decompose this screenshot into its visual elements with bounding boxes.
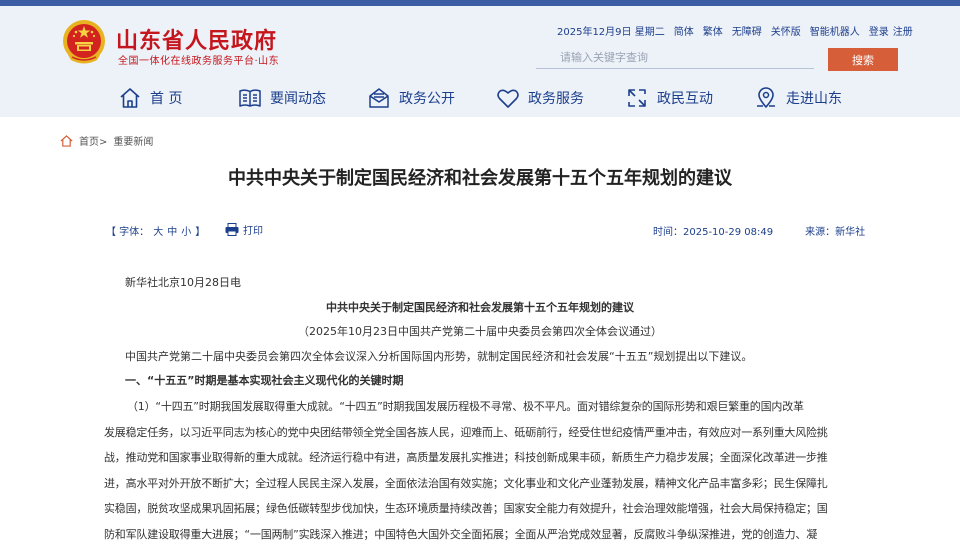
nav-label: 政务公开: [399, 91, 455, 107]
home-icon: [120, 88, 140, 108]
nav-item-home[interactable]: 首 页: [118, 84, 182, 112]
source-value: 新华社: [835, 227, 866, 238]
document-subtitle: （2025年10月23日中国共产党第二十届中央委员会第四次全体会议通过）: [298, 325, 662, 338]
section-heading: 一、“十五五”时期是基本实现社会主义现代化的关键时期: [125, 374, 404, 387]
print-button[interactable]: 打印: [225, 222, 263, 237]
font-size-controls: 【 字体： 大 中 小 】: [106, 223, 205, 238]
map-pin-icon: [757, 87, 775, 108]
article-title: 中共中央关于制定国民经济和社会发展第十五个五年规划的建议: [228, 168, 732, 189]
time-value: 2025-10-29 08:49: [683, 227, 774, 238]
site-title[interactable]: 山东省人民政府: [116, 23, 277, 55]
site-header: 山东省人民政府 全国一体化在线政务服务平台·山东 2025年12月9日 星期二 …: [0, 6, 960, 117]
search-button[interactable]: 搜索: [828, 48, 898, 71]
breadcrumb: 首页> 重要新闻: [60, 133, 153, 148]
print-label: 打印: [243, 226, 263, 237]
nav-label: 政务服务: [528, 91, 584, 107]
nav-item-shandong[interactable]: 走进山东: [754, 84, 842, 112]
dateline: 新华社北京10月28日电: [125, 276, 241, 289]
link-register[interactable]: 注册: [893, 23, 913, 38]
site-subtitle: 全国一体化在线政务服务平台·山东: [118, 56, 280, 67]
document-title: 中共中央关于制定国民经济和社会发展第十五个五年规划的建议: [326, 301, 634, 314]
font-size-small[interactable]: 小: [181, 223, 191, 238]
publish-time: 时间：2025-10-29 08:49: [653, 223, 773, 238]
nav-label: 要闻动态: [270, 91, 326, 107]
link-login[interactable]: 登录: [869, 23, 889, 38]
nav-item-gov-affairs[interactable]: 政务公开: [367, 84, 455, 112]
link-care-mode[interactable]: 关怀版: [771, 23, 801, 38]
paragraph-line: 防和军队建设取得重大进展；“一国两制”实践深入推进；中国特色大国外交全面拓展；全…: [104, 527, 817, 541]
font-size-medium[interactable]: 中: [167, 223, 177, 238]
nav-label: 走进山东: [786, 91, 842, 107]
breadcrumb-home[interactable]: 首页>: [79, 133, 107, 148]
paragraph-line: 实稳固，脱贫攻坚成果巩固拓展；绿色低碳转型步伐加快，生态环境质量持续改善；国家安…: [104, 502, 828, 515]
printer-icon: [225, 223, 239, 236]
font-label: 【 字体：: [106, 227, 150, 238]
search-input[interactable]: [536, 47, 814, 69]
paragraph-line: （1）“十四五”时期我国发展取得重大成就。“十四五”时期我国发展历程极不寻常、极…: [127, 400, 804, 413]
interaction-icon: [628, 89, 646, 107]
link-chatbot[interactable]: 智能机器人: [810, 23, 860, 38]
envelope-icon: [369, 88, 389, 108]
top-links: 2025年12月9日 星期二 简体 繁体 无障碍 关怀版 智能机器人 登录 注册: [557, 23, 913, 38]
nav-label: 首 页: [150, 91, 183, 107]
heart-icon: [497, 89, 519, 108]
link-accessibility[interactable]: 无障碍: [732, 23, 762, 38]
link-traditional[interactable]: 繁体: [703, 23, 723, 38]
current-date: 2025年12月9日 星期二: [557, 27, 665, 38]
body-paragraph: （1）“十四五”时期我国发展取得重大成就。“十四五”时期我国发展历程极不寻常、极…: [104, 394, 856, 545]
book-icon: [239, 89, 261, 107]
font-label-end: 】: [195, 227, 206, 238]
paragraph-line: 进，高水平对外开放不断扩大；全过程人民民主深入发展，全面依法治国有效实施；文化事…: [104, 476, 828, 490]
link-simplified[interactable]: 简体: [674, 23, 694, 38]
article-source: 来源：新华社: [805, 223, 865, 238]
font-size-large[interactable]: 大: [153, 223, 163, 238]
nav-item-news[interactable]: 要闻动态: [238, 84, 326, 112]
nav-label: 政民互动: [657, 91, 713, 107]
intro-paragraph: 中国共产党第二十届中央委员会第四次全体会议深入分析国际国内形势，就制定国民经济和…: [125, 350, 753, 363]
nav-item-interaction[interactable]: 政民互动: [625, 84, 713, 112]
national-emblem-icon: [63, 20, 105, 64]
main-nav: 首 页 要闻动态 政务公开 政务服务 政民互动 走进山东: [0, 80, 960, 116]
article-meta: 时间：2025-10-29 08:49 来源：新华社: [653, 223, 865, 238]
paragraph-line: 发展稳定任务，以习近平同志为核心的党中央团结带领全党全国各族人民，迎难而上、砥砺…: [104, 425, 828, 439]
time-label: 时间：: [653, 227, 683, 238]
nav-item-gov-services[interactable]: 政务服务: [496, 84, 584, 112]
breadcrumb-current[interactable]: 重要新闻: [113, 133, 153, 148]
home-icon: [60, 134, 73, 147]
paragraph-line: 战，推动党和国家事业取得新的重大成就。经济运行稳中有进，高质量发展扎实推进；科技…: [104, 451, 828, 464]
source-label: 来源：: [805, 227, 836, 238]
